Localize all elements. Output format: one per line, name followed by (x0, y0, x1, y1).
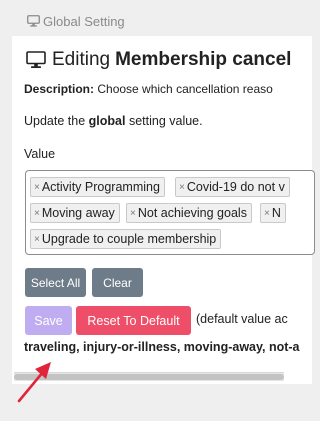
monitor-icon (26, 51, 46, 69)
description-text: Choose which cancellation reaso (97, 82, 273, 96)
selected-tag[interactable]: × N (260, 203, 286, 223)
value-multiselect[interactable]: × Activity Programming × Covid-19 do not… (25, 170, 315, 255)
select-all-button[interactable]: Select All (25, 268, 86, 297)
save-button[interactable]: Save (25, 306, 72, 335)
tag-label: N (271, 206, 281, 220)
scrollbar-thumb[interactable] (14, 374, 284, 380)
instruction-text: Update the global setting value. (24, 114, 203, 128)
remove-tag-icon[interactable]: × (34, 208, 40, 219)
selected-tag[interactable]: × Moving away (30, 203, 120, 223)
remove-tag-icon[interactable]: × (179, 182, 185, 193)
clear-button[interactable]: Clear (92, 268, 143, 297)
page-title-setting-name: Membership cancel (115, 49, 292, 70)
value-field-label: Value (24, 147, 56, 161)
instruction-bold: global (88, 114, 126, 128)
tag-label: Moving away (41, 206, 115, 220)
selected-tag[interactable]: × Activity Programming (30, 177, 165, 197)
page-title-prefix: Editing (52, 49, 111, 70)
description-label: Description: (24, 82, 95, 96)
page-title: Editing Membership cancel (26, 49, 291, 71)
monitor-icon (27, 15, 40, 27)
tag-label: Activity Programming (41, 180, 160, 194)
instruction-before: Update the (24, 114, 86, 128)
tag-label: Not achieving goals (137, 206, 247, 220)
default-value-list: traveling, injury-or-illness, moving-awa… (24, 340, 300, 354)
description: Description: Choose which cancellation r… (24, 82, 273, 96)
breadcrumb[interactable]: Global Setting (27, 13, 125, 29)
page: Global Setting Editing Membership cancel… (0, 0, 315, 421)
remove-tag-icon[interactable]: × (130, 208, 136, 219)
instruction-after: setting value. (128, 114, 203, 128)
remove-tag-icon[interactable]: × (34, 182, 40, 193)
selected-tag[interactable]: × Covid-19 do not v (175, 177, 290, 197)
tag-label: Covid-19 do not v (186, 180, 285, 194)
default-value-label: (default value ac (196, 312, 288, 326)
remove-tag-icon[interactable]: × (264, 208, 270, 219)
settings-card: Editing Membership cancel Description: C… (12, 36, 315, 384)
horizontal-scrollbar[interactable] (14, 372, 284, 381)
selected-tag[interactable]: × Upgrade to couple membership (30, 229, 222, 249)
tag-label: Upgrade to couple membership (41, 232, 217, 246)
selected-tag[interactable]: × Not achieving goals (126, 203, 252, 223)
reset-to-default-button[interactable]: Reset To Default (76, 306, 191, 335)
remove-tag-icon[interactable]: × (34, 234, 40, 245)
breadcrumb-label: Global Setting (43, 13, 125, 29)
